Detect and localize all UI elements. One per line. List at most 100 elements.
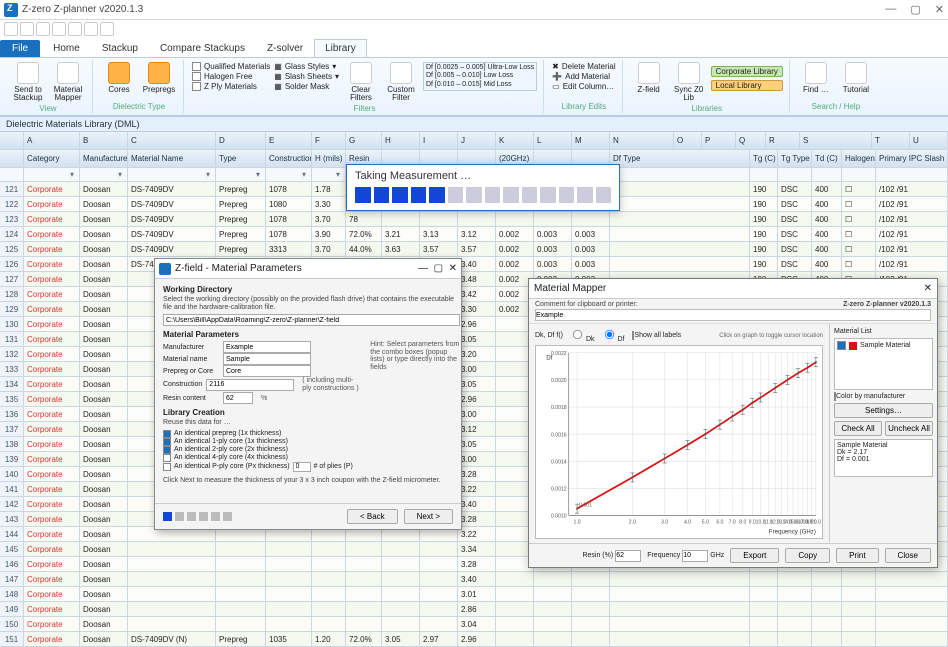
freq-footer-input[interactable] xyxy=(682,550,708,562)
manufacturer-input[interactable] xyxy=(223,341,311,353)
zply-check[interactable]: Z Ply Materials xyxy=(192,82,270,91)
resin-input[interactable] xyxy=(223,392,253,404)
print-button[interactable]: Print xyxy=(836,548,878,563)
uncheck-all-button[interactable]: Uncheck All xyxy=(885,421,933,436)
custom-filter-button[interactable]: Custom Filter xyxy=(383,62,419,103)
column-header[interactable]: Td (C) xyxy=(812,150,842,168)
copy-button[interactable]: Copy xyxy=(785,548,830,563)
qat-icon[interactable] xyxy=(100,22,114,36)
maximize-button[interactable]: ▢ xyxy=(434,263,443,274)
qat-icon[interactable] xyxy=(20,22,34,36)
construction-input[interactable] xyxy=(206,379,294,391)
column-header[interactable]: Manufacturer xyxy=(80,150,128,168)
column-header[interactable]: Tg Type xyxy=(778,150,812,168)
slash-sheets-button[interactable]: ▦ Slash Sheets ▾ xyxy=(274,72,339,81)
lc-option[interactable]: An identical 1-ply core (1x thickness) xyxy=(163,438,460,446)
color-by-check[interactable]: Color by manufacturer xyxy=(834,393,933,400)
filter-cell[interactable]: ▾ xyxy=(24,168,80,182)
column-header[interactable] xyxy=(0,150,24,168)
filter-cell[interactable]: ▾ xyxy=(266,168,312,182)
column-header[interactable]: Type xyxy=(216,150,266,168)
filter-cell[interactable]: ▾ xyxy=(80,168,128,182)
tab-library[interactable]: Library xyxy=(314,39,367,57)
minimize-button[interactable]: — xyxy=(885,3,896,16)
find-button[interactable]: Find … xyxy=(798,62,834,94)
tutorial-button[interactable]: Tutorial xyxy=(838,62,874,94)
maximize-button[interactable]: ▢ xyxy=(910,3,920,16)
qat-icon[interactable] xyxy=(68,22,82,36)
close-button[interactable]: ✕ xyxy=(924,283,932,294)
file-tab[interactable]: File xyxy=(0,40,40,57)
lc-option[interactable]: An identical 2-ply core (2x thickness) xyxy=(163,446,460,454)
column-header[interactable]: Primary IPC Slash S xyxy=(876,150,948,168)
prepreg-core-input[interactable] xyxy=(223,365,311,377)
tab-zsolver[interactable]: Z-solver xyxy=(256,39,314,57)
column-header[interactable]: Halogen Free xyxy=(842,150,876,168)
wd-path-input[interactable] xyxy=(163,314,460,326)
table-row[interactable]: 150CorporateDoosan3.04 xyxy=(0,617,948,632)
add-material-button[interactable]: ➕ Add Material xyxy=(552,72,616,81)
filter-cell[interactable]: ▾ xyxy=(216,168,266,182)
dk-radio[interactable]: Dk xyxy=(571,328,595,343)
close-button[interactable]: ✕ xyxy=(935,3,944,16)
glass-styles-button[interactable]: ▦ Glass Styles ▾ xyxy=(274,62,339,71)
chart[interactable]: 0.00100.00120.00140.00160.00180.00200.00… xyxy=(535,345,823,539)
column-header[interactable]: Df Type xyxy=(610,150,750,168)
column-header[interactable]: Material Name xyxy=(128,150,216,168)
clear-filters-button[interactable]: Clear Filters xyxy=(343,62,379,103)
loss-filter-list[interactable]: Df [0.0025 – 0.005] Ultra-Low Loss Df [0… xyxy=(423,62,537,91)
zfield-button[interactable]: Z-field xyxy=(631,62,667,94)
lc-option[interactable]: An identical P-ply core (Px thickness) #… xyxy=(163,462,460,472)
sync-lib-button[interactable]: Sync Z0 Lib xyxy=(671,62,707,103)
material-name-input[interactable] xyxy=(223,353,311,365)
edit-column-button[interactable]: ▭ Edit Column… xyxy=(552,82,616,91)
lc-option[interactable]: An identical prepreg (1x thickness) xyxy=(163,430,460,438)
filter-cell[interactable]: ▾ xyxy=(128,168,216,182)
table-row[interactable]: 124CorporateDoosanDS-7409DVPrepreg10783.… xyxy=(0,227,948,242)
close-button[interactable]: ✕ xyxy=(449,263,457,274)
local-library-badge[interactable]: Local Library xyxy=(711,80,783,91)
table-row[interactable]: 123CorporateDoosanDS-7409DVPrepreg10783.… xyxy=(0,212,948,227)
halogenfree-check[interactable]: Halogen Free xyxy=(192,72,270,81)
export-button[interactable]: Export xyxy=(730,548,779,563)
custom-filter-icon xyxy=(390,62,412,84)
back-button[interactable]: < Back xyxy=(347,509,398,524)
delete-material-button[interactable]: ✖ Delete Material xyxy=(552,62,616,71)
table-row[interactable]: 147CorporateDoosan3.40 xyxy=(0,572,948,587)
send-to-stackup-button[interactable]: Send to Stackup xyxy=(10,62,46,103)
qat-icon[interactable] xyxy=(4,22,18,36)
table-row[interactable]: 149CorporateDoosan2.86 xyxy=(0,602,948,617)
close-footer-button[interactable]: Close xyxy=(885,548,931,563)
solder-mask-button[interactable]: ▦ Solder Mask xyxy=(274,82,339,91)
lc-option[interactable]: An identical 4-ply core (4x thickness) xyxy=(163,454,460,462)
qat-icon[interactable] xyxy=(84,22,98,36)
column-header[interactable]: Construction xyxy=(266,150,312,168)
show-labels-check[interactable]: Show all labels xyxy=(632,332,681,339)
table-row[interactable]: 125CorporateDoosanDS-7409DVPrepreg33133.… xyxy=(0,242,948,257)
df-radio[interactable]: Df xyxy=(603,328,625,343)
cores-button[interactable]: Cores xyxy=(101,62,137,94)
minimize-button[interactable]: — xyxy=(418,263,428,274)
column-header[interactable]: Tg (C) xyxy=(750,150,778,168)
comment-input[interactable] xyxy=(535,309,931,321)
next-button[interactable]: Next > xyxy=(404,509,453,524)
check-all-button[interactable]: Check All xyxy=(834,421,882,436)
table-row[interactable]: 151CorporateDoosanDS-7409DV (N)Prepreg10… xyxy=(0,632,948,647)
tab-compare[interactable]: Compare Stackups xyxy=(149,39,256,57)
table-row[interactable]: 148CorporateDoosan3.01 xyxy=(0,587,948,602)
table-row[interactable]: 126CorporateDoosanDS-7409DVPrepreg33134.… xyxy=(0,257,948,272)
tab-home[interactable]: Home xyxy=(42,39,91,57)
qat-icon[interactable] xyxy=(36,22,50,36)
resin-footer-input[interactable] xyxy=(615,550,641,562)
settings-button[interactable]: Settings… xyxy=(834,403,933,418)
filter-cell[interactable]: ▾ xyxy=(312,168,346,182)
tab-stackup[interactable]: Stackup xyxy=(91,39,149,57)
prepregs-button[interactable]: Prepregs xyxy=(141,62,177,94)
qat-icon[interactable] xyxy=(52,22,66,36)
column-header[interactable]: Category xyxy=(24,150,80,168)
qualified-check[interactable]: Qualified Materials xyxy=(192,62,270,71)
column-header[interactable]: H (mils) xyxy=(312,150,346,168)
material-list[interactable]: Sample Material xyxy=(834,338,933,390)
corporate-library-badge[interactable]: Corporate Library xyxy=(711,66,783,77)
material-mapper-button[interactable]: Material Mapper xyxy=(50,62,86,103)
